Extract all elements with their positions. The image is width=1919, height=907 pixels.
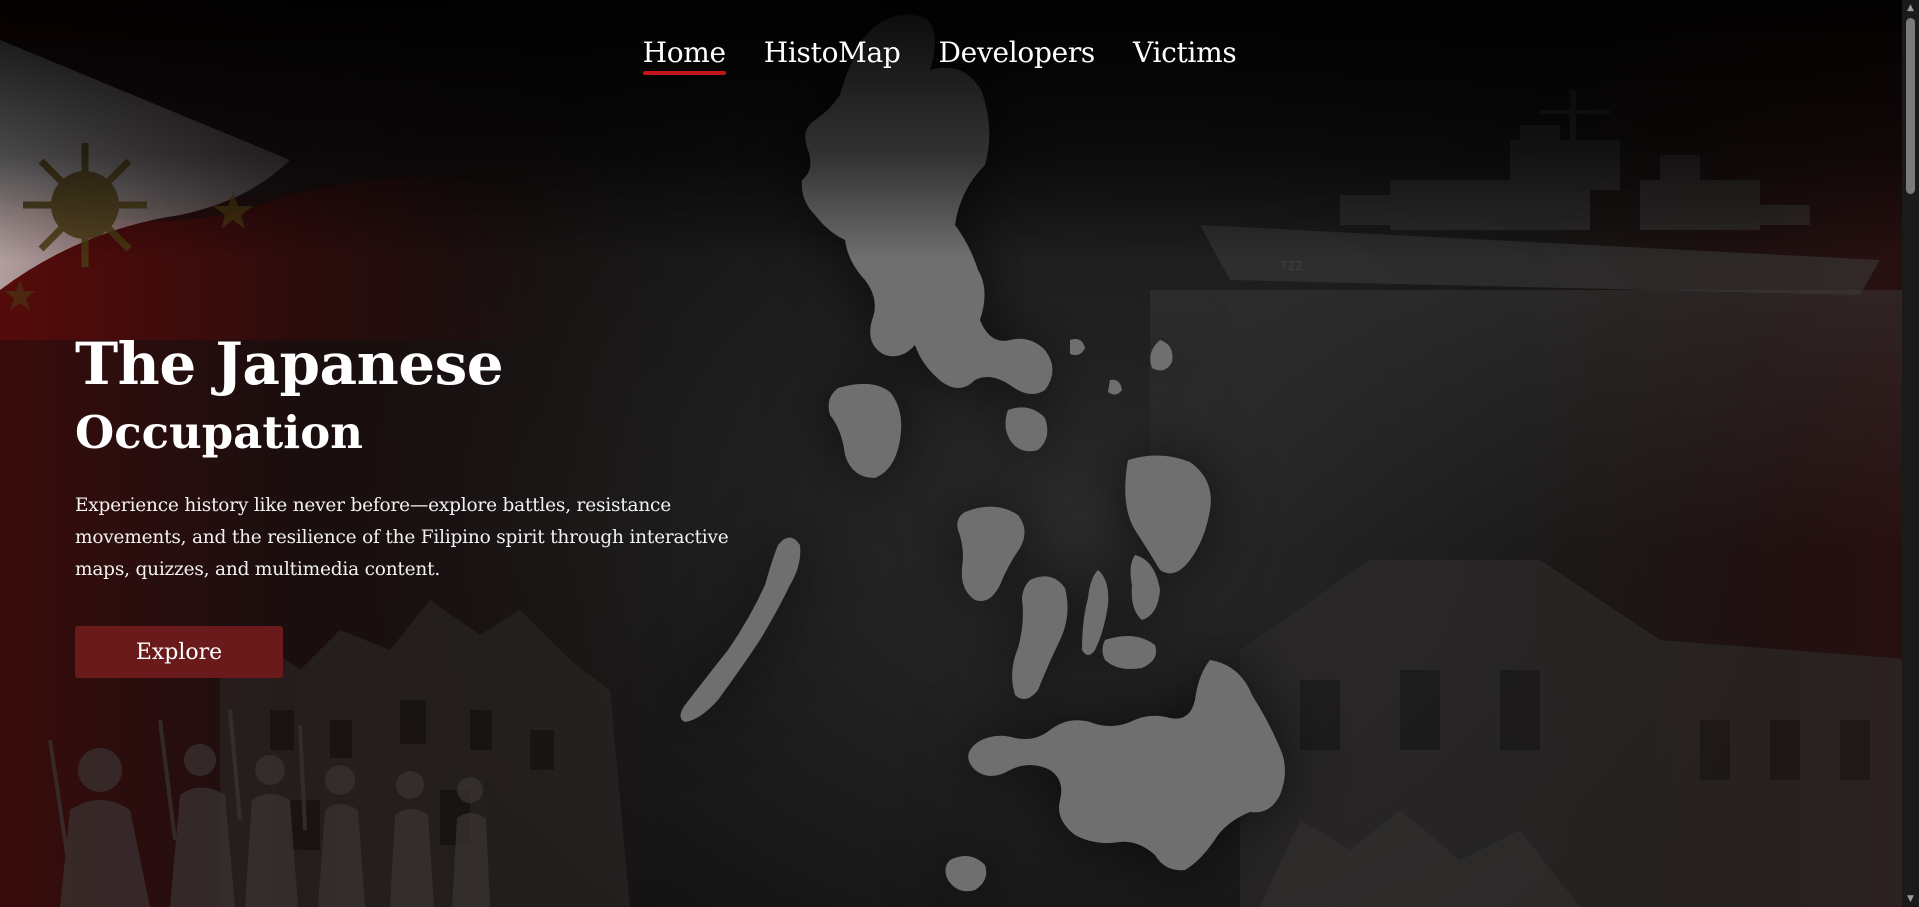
hero-subtitle: Occupation [75,406,363,459]
nav-link-victims[interactable]: Victims [1133,36,1237,69]
vertical-scrollbar[interactable]: ▲ ▼ [1902,0,1919,907]
hero-description: Experience history like never before—exp… [75,495,729,580]
explore-button[interactable]: Explore [75,626,283,678]
soldiers-photo [48,709,490,907]
main-nav: Home HistoMap Developers Victims [0,0,1919,90]
ruins-photo-right [1240,560,1919,907]
nav-link-histomap[interactable]: HistoMap [764,36,901,69]
nav-link-developers[interactable]: Developers [939,36,1096,69]
nav-link-home[interactable]: Home [642,36,726,75]
hero-title: The Japanese [75,330,504,398]
landing-page: 722 Home HistoMap Developers Victims The… [0,0,1919,907]
scroll-down-arrow-icon[interactable]: ▼ [1902,891,1919,907]
scrollbar-thumb[interactable] [1906,18,1915,194]
scroll-up-arrow-icon[interactable]: ▲ [1902,0,1919,16]
hero-section: The Japanese Occupation Experience histo… [75,330,795,678]
